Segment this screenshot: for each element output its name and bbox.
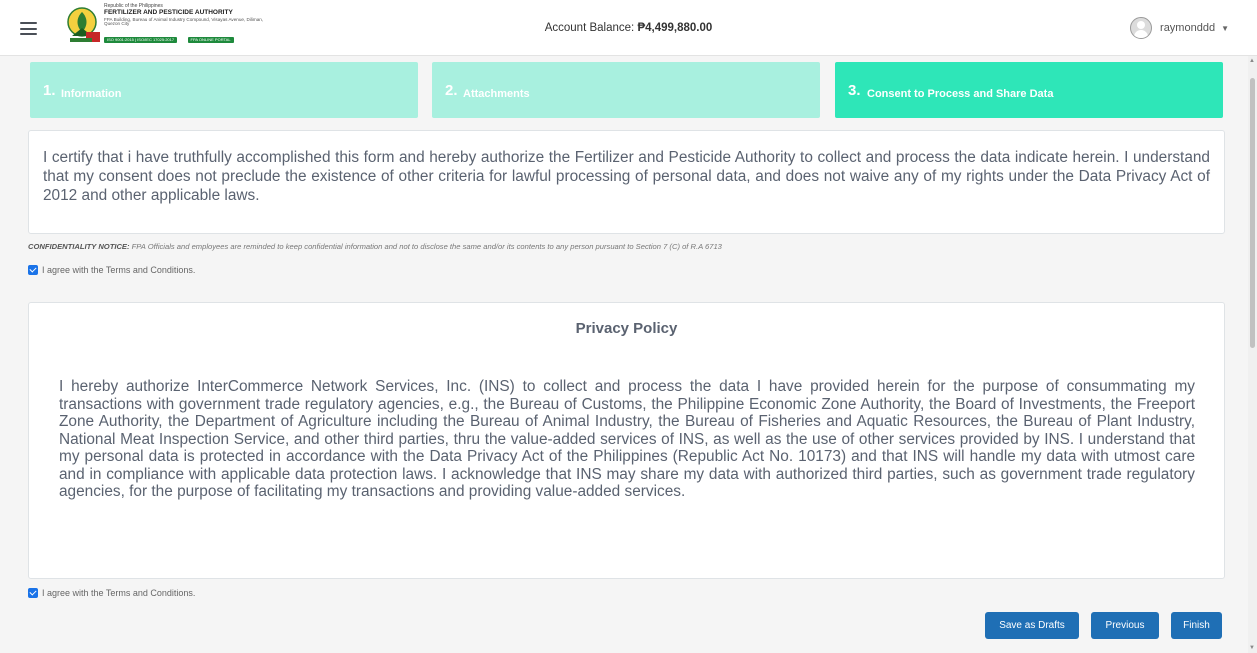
agree-checkbox-consent[interactable]: I agree with the Terms and Conditions. <box>28 265 195 275</box>
page-scrollbar[interactable]: ▲ ▼ <box>1248 56 1257 653</box>
step-information[interactable]: 1. Information <box>30 62 418 118</box>
confidentiality-notice: CONFIDENTIALITY NOTICE: FPA Officials an… <box>28 242 722 251</box>
certification-box: I certify that i have truthfully accompl… <box>28 130 1225 234</box>
agency-name: FERTILIZER AND PESTICIDE AUTHORITY <box>104 9 233 16</box>
notice-text: FPA Officials and employees are reminded… <box>131 242 722 251</box>
step-label: Attachments <box>463 88 530 100</box>
account-balance: Account Balance: ₱4,499,880.00 <box>0 22 1257 34</box>
privacy-text: I hereby authorize InterCommerce Network… <box>59 378 1195 500</box>
agree-label: I agree with the Terms and Conditions. <box>42 265 196 275</box>
scrollbar-thumb[interactable] <box>1250 78 1255 348</box>
step-label: Consent to Process and Share Data <box>867 88 1054 100</box>
finish-button[interactable]: Finish <box>1171 612 1222 639</box>
step-attachments[interactable]: 2. Attachments <box>432 62 820 118</box>
balance-value: ₱4,499,880.00 <box>637 22 713 34</box>
top-navbar: Republic of the Philippines FERTILIZER A… <box>0 0 1257 56</box>
portal-badge: FPA ONLINE PORTAL <box>187 36 234 43</box>
agree-checkbox-privacy[interactable]: I agree with the Terms and Conditions. <box>28 588 195 598</box>
certification-text: I certify that i have truthfully accompl… <box>43 149 1210 204</box>
wizard-steps: 1. Information 2. Attachments 3. Consent… <box>30 62 1223 118</box>
caret-down-icon: ▼ <box>1221 23 1229 33</box>
iso-badge: ISO 9001:2015 | ISO/IEC 17025:2017 <box>104 36 178 43</box>
balance-label: Account Balance: <box>544 22 635 34</box>
notice-label: CONFIDENTIALITY NOTICE: <box>28 242 130 251</box>
step-consent[interactable]: 3. Consent to Process and Share Data <box>835 62 1223 118</box>
step-number: 1. <box>43 82 56 99</box>
step-label: Information <box>61 88 122 100</box>
privacy-policy-box: Privacy Policy I hereby authorize InterC… <box>28 302 1225 579</box>
agree-label: I agree with the Terms and Conditions. <box>42 588 196 598</box>
user-menu[interactable]: raymonddd ▼ <box>1130 16 1229 40</box>
scroll-down-icon[interactable]: ▼ <box>1249 645 1255 651</box>
privacy-title: Privacy Policy <box>575 320 678 337</box>
checkbox-checked-icon[interactable] <box>28 588 38 598</box>
scroll-up-icon[interactable]: ▲ <box>1249 58 1255 64</box>
step-number: 2. <box>445 82 458 99</box>
save-as-drafts-button[interactable]: Save as Drafts <box>985 612 1079 639</box>
user-avatar-icon <box>1130 17 1153 39</box>
username: raymonddd <box>1160 22 1216 34</box>
checkbox-checked-icon[interactable] <box>28 265 38 275</box>
previous-button[interactable]: Previous <box>1091 612 1159 639</box>
step-number: 3. <box>848 82 861 99</box>
